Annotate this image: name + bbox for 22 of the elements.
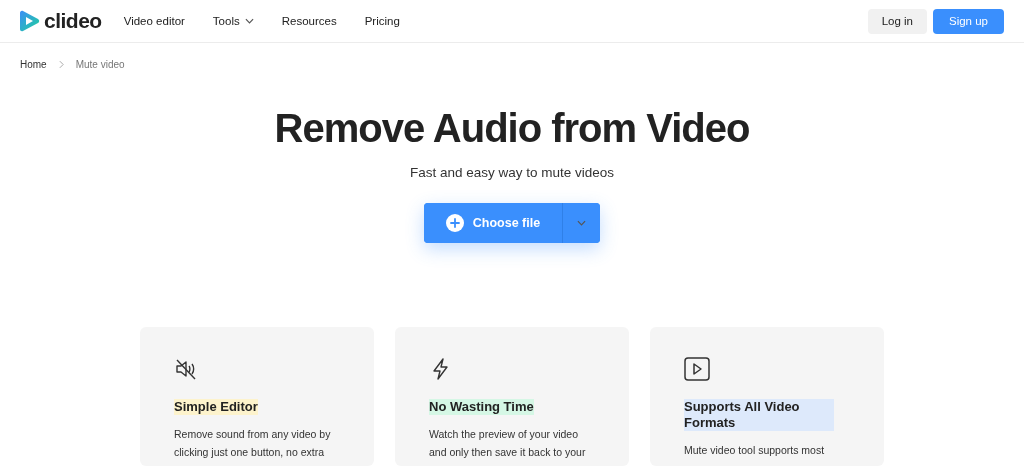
- feature-title: No Wasting Time: [429, 399, 534, 415]
- play-icon: [684, 357, 710, 381]
- muted-speaker-icon: [174, 357, 198, 381]
- feature-description: Watch the preview of your video and only then save it back to your: [429, 427, 587, 460]
- feature-title: Simple Editor: [174, 399, 258, 415]
- breadcrumb-current: Mute video: [75, 59, 125, 70]
- feature-description: Mute video tool supports most: [684, 443, 826, 458]
- logo[interactable]: clideo: [20, 9, 102, 33]
- nav-link[interactable]: Tools: [212, 15, 254, 27]
- chevron-right-icon: [58, 60, 64, 69]
- nav-link[interactable]: Resources: [281, 15, 337, 27]
- plus-icon: [445, 214, 464, 232]
- feature-title: Supports All Video Formats: [684, 399, 834, 431]
- log-in-button[interactable]: Log in: [867, 8, 927, 34]
- dropdown-button[interactable]: [563, 203, 600, 243]
- feature-description: Remove sound from any video by clicking just one button, no extra: [174, 427, 332, 460]
- chevron-down-icon: [577, 220, 586, 226]
- page-subtitle: Fast and easy way to mute videos: [409, 165, 615, 180]
- nav-link[interactable]: Pricing: [364, 15, 400, 27]
- page-title: Remove Audio from Video: [274, 106, 750, 151]
- nav-link[interactable]: Video editor: [123, 15, 185, 27]
- breadcrumb-link[interactable]: Home: [20, 59, 47, 70]
